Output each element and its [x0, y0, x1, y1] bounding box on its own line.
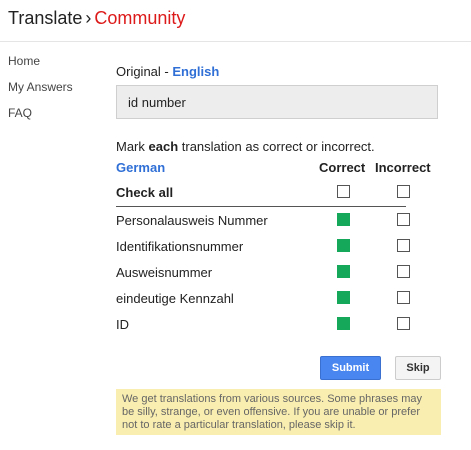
translation-text: eindeutige Kennzahl	[116, 291, 234, 306]
sidebar-item-my-answers[interactable]: My Answers	[8, 80, 73, 94]
grid-header: German Correct Incorrect	[116, 158, 441, 180]
instruction: Mark each translation as correct or inco…	[116, 139, 441, 154]
translation-row: eindeutige Kennzahl	[116, 286, 441, 312]
check-all-incorrect-checkbox[interactable]	[397, 185, 410, 198]
sidebar: Home My Answers FAQ	[8, 54, 73, 132]
sidebar-item-home[interactable]: Home	[8, 54, 73, 68]
translation-text: Personalausweis Nummer	[116, 213, 268, 228]
instruction-prefix: Mark	[116, 139, 149, 154]
incorrect-checkbox[interactable]	[397, 239, 410, 252]
instruction-suffix: translation as correct or incorrect.	[178, 139, 375, 154]
check-all-row: Check all	[116, 180, 441, 206]
incorrect-checkbox[interactable]	[397, 213, 410, 226]
column-correct-label: Correct	[319, 160, 366, 175]
translation-text: Identifikationsnummer	[116, 239, 244, 254]
sidebar-item-faq[interactable]: FAQ	[8, 106, 73, 120]
correct-checkbox[interactable]	[337, 291, 350, 304]
translation-text: ID	[116, 317, 129, 332]
translation-text: Ausweisnummer	[116, 265, 213, 280]
incorrect-checkbox[interactable]	[397, 317, 410, 330]
instruction-emphasis: each	[148, 139, 179, 154]
divider	[116, 206, 406, 207]
check-all-label: Check all	[116, 185, 174, 200]
incorrect-checkbox[interactable]	[397, 291, 410, 304]
correct-checkbox[interactable]	[337, 213, 350, 226]
section-title: Community	[94, 8, 186, 28]
source-label-text: Original -	[116, 64, 169, 79]
breadcrumb-separator: ›	[85, 8, 92, 28]
column-incorrect-label: Incorrect	[375, 160, 431, 175]
main-content: Original - English id number Mark each t…	[116, 64, 441, 338]
correct-checkbox[interactable]	[337, 317, 350, 330]
source-label: Original - English	[116, 64, 441, 79]
notice-banner: We get translations from various sources…	[116, 389, 441, 435]
translation-row: Ausweisnummer	[116, 260, 441, 286]
app-title[interactable]: Translate	[8, 8, 82, 28]
translation-row: Personalausweis Nummer	[116, 208, 441, 234]
correct-checkbox[interactable]	[337, 265, 350, 278]
target-language: German	[116, 160, 166, 175]
source-language: English	[172, 64, 220, 79]
translation-row: Identifikationsnummer	[116, 234, 441, 260]
correct-checkbox[interactable]	[337, 239, 350, 252]
translation-row: ID	[116, 312, 441, 338]
source-phrase: id number	[116, 85, 438, 119]
check-all-correct-checkbox[interactable]	[337, 185, 350, 198]
incorrect-checkbox[interactable]	[397, 265, 410, 278]
page-header: Translate › Community	[0, 0, 471, 42]
skip-button[interactable]: Skip	[395, 356, 441, 380]
submit-button[interactable]: Submit	[320, 356, 381, 380]
